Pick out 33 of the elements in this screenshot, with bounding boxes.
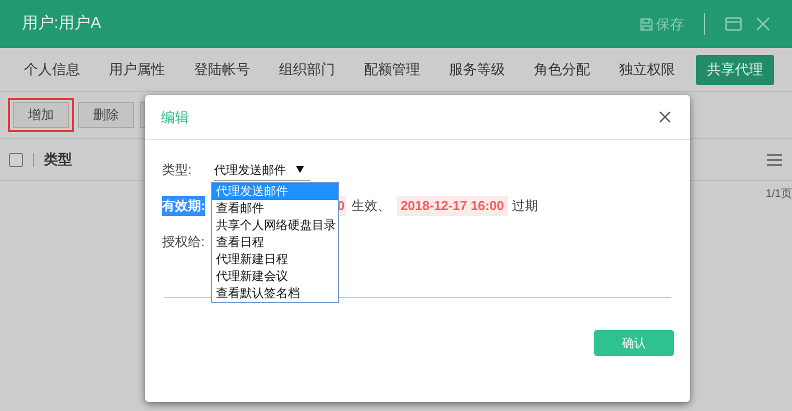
- menu-icon[interactable]: [767, 154, 782, 166]
- date-suffix: 生效、: [352, 197, 391, 216]
- window-title: 用户:用户A: [22, 14, 102, 34]
- dropdown-option[interactable]: 代理新建会议: [212, 268, 338, 285]
- close-icon[interactable]: [659, 111, 671, 123]
- type-select[interactable]: 代理发送邮件: [214, 159, 310, 181]
- dropdown-option[interactable]: 共享个人网络硬盘目录: [212, 217, 338, 234]
- tab[interactable]: 用户属性: [101, 54, 173, 84]
- field-label: 类型:: [162, 161, 193, 180]
- date-text: 2018-12-17 16:00: [396, 196, 508, 216]
- tab[interactable]: 登陆帐号: [186, 54, 258, 84]
- date-suffix: 过期: [512, 197, 538, 216]
- tab[interactable]: 共享代理: [696, 54, 774, 84]
- save-icon: [640, 18, 653, 30]
- dropdown-option[interactable]: 查看日程: [212, 234, 338, 251]
- tab[interactable]: 个人信息: [16, 54, 88, 84]
- tab[interactable]: 服务等级: [441, 54, 513, 84]
- caret-icon: [296, 166, 304, 173]
- field-label: 授权给:: [162, 233, 205, 252]
- tab[interactable]: 独立权限: [611, 54, 683, 84]
- tab[interactable]: 组织部门: [271, 54, 343, 84]
- tab[interactable]: 配额管理: [356, 54, 428, 84]
- field-label: 有效期:: [162, 196, 206, 216]
- toolbar-button[interactable]: 增加: [8, 98, 74, 132]
- tab[interactable]: 角色分配: [526, 54, 598, 84]
- pager-text: 1/1页: [766, 187, 792, 202]
- window-icon[interactable]: [725, 17, 742, 31]
- column-header: 类型: [44, 150, 72, 169]
- checkbox[interactable]: [9, 152, 23, 166]
- dropdown-option[interactable]: 查看默认签名档: [212, 285, 338, 302]
- dialog-title: 编辑: [161, 108, 189, 126]
- dropdown-option[interactable]: 查看邮件: [212, 200, 338, 217]
- dropdown-option[interactable]: 代理新建日程: [212, 251, 338, 268]
